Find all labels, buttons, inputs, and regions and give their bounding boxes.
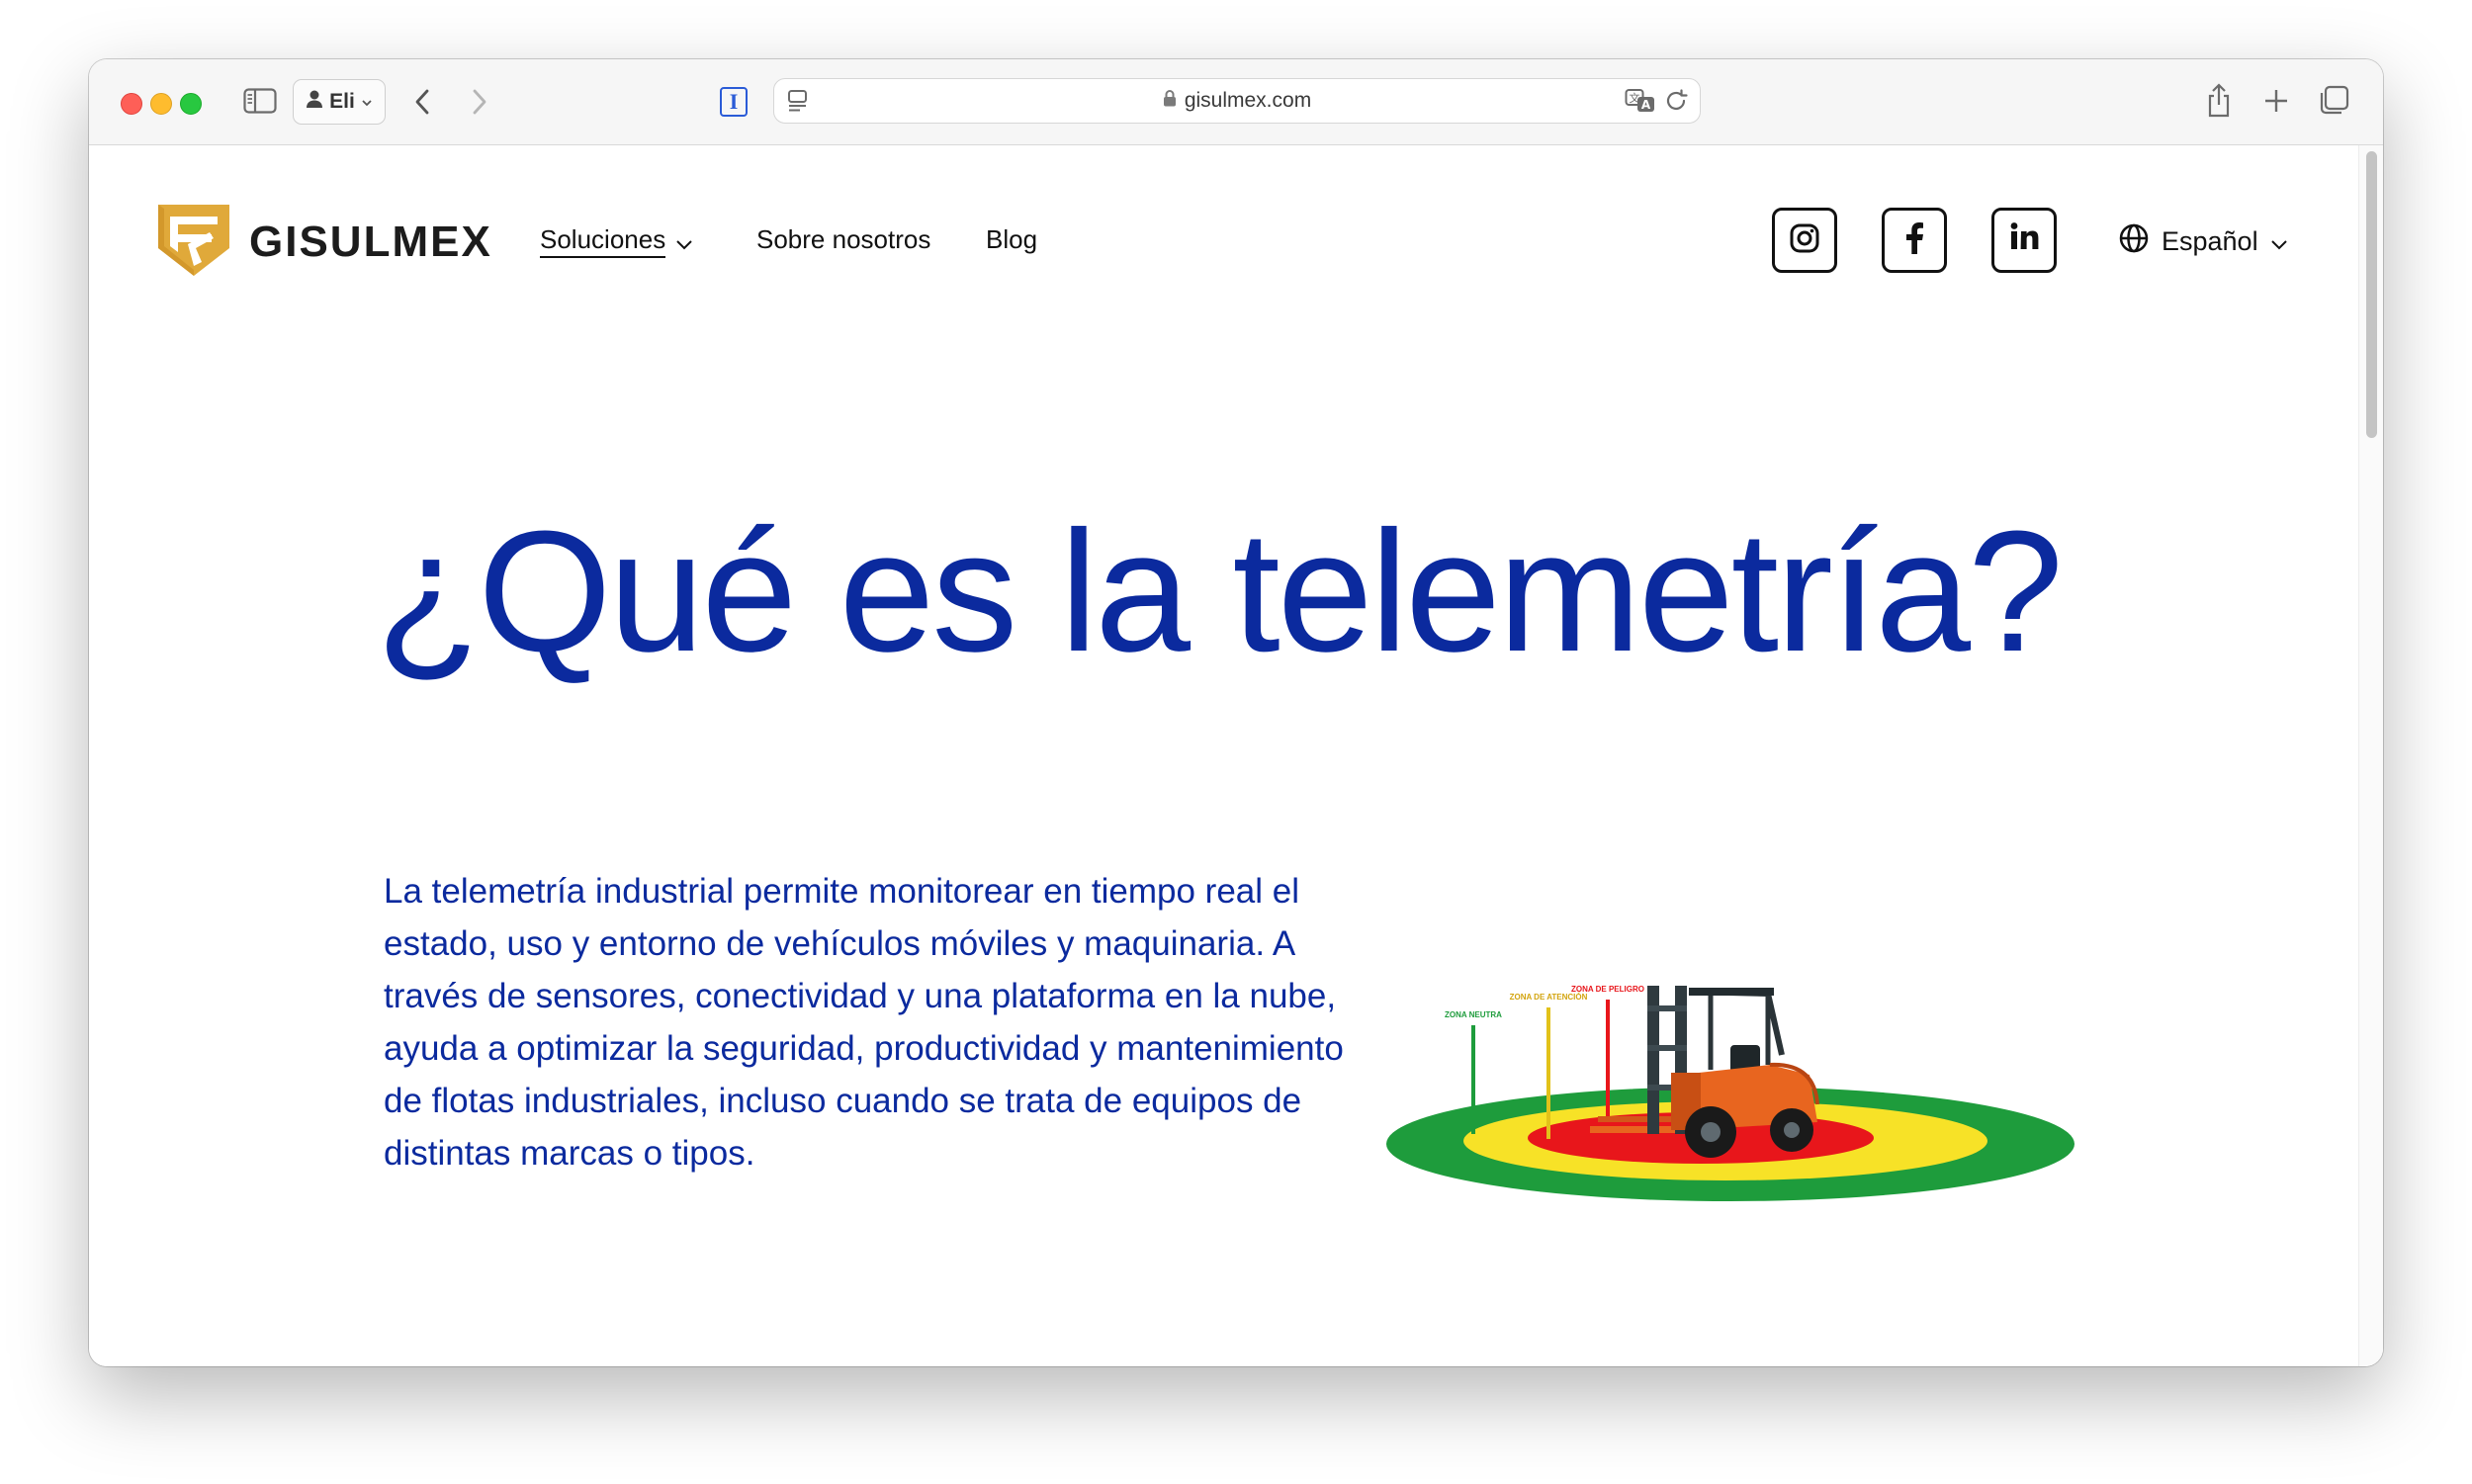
chevron-down-icon <box>675 226 693 257</box>
back-button[interactable] <box>405 85 439 119</box>
chevron-down-icon <box>2270 226 2288 257</box>
logo-mark-icon <box>154 199 233 285</box>
forward-button[interactable] <box>463 85 496 119</box>
chevron-down-icon <box>361 90 373 114</box>
zone-label-neutral: ZONA NEUTRA <box>1445 1010 1502 1019</box>
site-logo[interactable]: GISULMEX <box>154 199 492 285</box>
linkedin-icon <box>2009 221 2039 259</box>
browser-toolbar: Eli I gisulmex.com 文A <box>89 59 2383 145</box>
instagram-link[interactable] <box>1772 208 1837 273</box>
share-icon[interactable] <box>2203 81 2235 121</box>
web-page: GISULMEX Soluciones Sobre nosotros Blog <box>89 145 2383 1366</box>
page-title: ¿Qué es la telemetría? <box>376 494 2064 687</box>
nav-solutions-label: Soluciones <box>540 224 666 258</box>
extension-icon[interactable]: I <box>720 87 748 117</box>
tab-overview-icon[interactable] <box>2316 81 2351 121</box>
sidebar-toggle-icon[interactable] <box>243 87 277 115</box>
nav-solutions[interactable]: Soluciones <box>540 224 693 258</box>
person-icon <box>306 89 323 115</box>
profile-button[interactable]: Eli <box>293 79 386 125</box>
zone-label-danger: ZONA DE PELIGRO <box>1571 985 1644 994</box>
instagram-icon <box>1790 223 1819 258</box>
page-scrollbar[interactable] <box>2358 145 2383 1366</box>
linkedin-link[interactable] <box>1991 208 2057 273</box>
scrollbar-thumb[interactable] <box>2366 151 2377 438</box>
globe-icon <box>2118 222 2150 261</box>
svg-text:A: A <box>1641 98 1651 112</box>
maximize-window-button[interactable] <box>180 93 202 115</box>
facebook-link[interactable] <box>1882 208 1947 273</box>
nav-blog-label: Blog <box>986 224 1038 254</box>
url-text: gisulmex.com <box>1184 89 1312 112</box>
language-label: Español <box>2162 226 2258 256</box>
zone-label-attention: ZONA DE ATENCIÓN <box>1510 993 1588 1002</box>
forklift-illustration: ZONA NEUTRA ZONA DE ATENCIÓN ZONA DE PEL… <box>1374 897 2086 1213</box>
close-window-button[interactable] <box>121 93 142 115</box>
language-selector[interactable]: Español <box>2118 222 2288 261</box>
reload-icon[interactable] <box>1662 87 1690 115</box>
new-tab-icon[interactable] <box>2260 81 2292 121</box>
browser-window: Eli I gisulmex.com 文A GISULMEX Solucione… <box>89 59 2383 1366</box>
profile-name: Eli <box>329 90 355 113</box>
url-display: gisulmex.com <box>774 79 1700 123</box>
address-bar[interactable]: gisulmex.com 文A <box>773 78 1701 124</box>
translate-icon[interactable]: 文A <box>1625 87 1656 115</box>
nav-blog[interactable]: Blog <box>986 224 1037 255</box>
minimize-window-button[interactable] <box>150 93 172 115</box>
lock-icon <box>1163 89 1177 113</box>
forklift-icon <box>1590 986 1819 1158</box>
intro-paragraph: La telemetría industrial permite monitor… <box>384 872 1344 1173</box>
nav-about-label: Sobre nosotros <box>756 224 931 254</box>
facebook-icon <box>1905 221 1924 259</box>
brand-name: GISULMEX <box>249 217 492 266</box>
nav-about[interactable]: Sobre nosotros <box>756 224 930 255</box>
